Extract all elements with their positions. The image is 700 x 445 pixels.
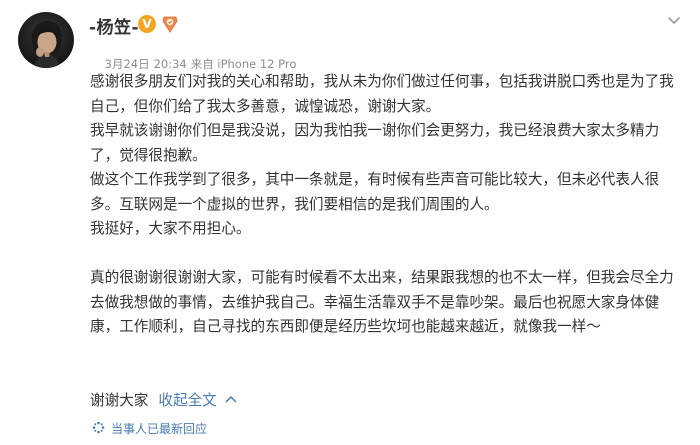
chevron-up-icon[interactable] — [225, 391, 237, 408]
post-closing-line: 谢谢大家 收起全文 — [90, 389, 237, 410]
post-paragraph: 真的很谢谢很谢谢大家，可能有时候看不太出来，结果跟我想的也不太一样，但我会尽全力… — [90, 269, 674, 335]
avatar[interactable] — [18, 12, 74, 68]
post-source: 来自 iPhone 12 Pro — [190, 57, 297, 71]
post-time[interactable]: 20:34 — [154, 57, 187, 71]
post-paragraph: 我早就该谢谢你们但是我没说，因为我怕我一谢你们会更努力，我已经浪费大家太多精力了… — [90, 122, 660, 164]
weibo-post: -杨笠- V 3月24日 20:34 来自 iPhone 12 Pro 感谢很多朋友… — [0, 0, 700, 445]
author-name[interactable]: -杨笠- — [89, 13, 139, 38]
verified-badge-icon: V — [138, 15, 156, 33]
collapse-button[interactable]: 收起全文 — [158, 392, 216, 409]
post-closing: 谢谢大家 — [90, 392, 149, 409]
post-paragraph: 感谢很多朋友们对我的关心和帮助，我从未为你们做过任何事，包括我讲脱口秀也是为了我… — [90, 73, 674, 115]
level-badge-icon — [160, 14, 180, 34]
latest-response-label[interactable]: 当事人已最新回应 — [111, 422, 207, 436]
post-date[interactable]: 3月24日 — [105, 57, 150, 71]
chevron-down-icon[interactable] — [664, 10, 684, 30]
post-content: 感谢很多朋友们对我的关心和帮助，我从未为你们做过任何事，包括我讲脱口秀也是为了我… — [90, 70, 680, 340]
latest-response-link[interactable]: 当事人已最新回应 — [92, 420, 207, 437]
sparkle-icon — [92, 421, 105, 437]
avatar-image — [18, 12, 74, 68]
post-paragraph: 做这个工作我学到了很多，其中一条就是，有时候有些声音可能比较大，但未必代表人很多… — [90, 171, 660, 213]
post-paragraph: 我挺好，大家不用担心。 — [90, 220, 251, 237]
